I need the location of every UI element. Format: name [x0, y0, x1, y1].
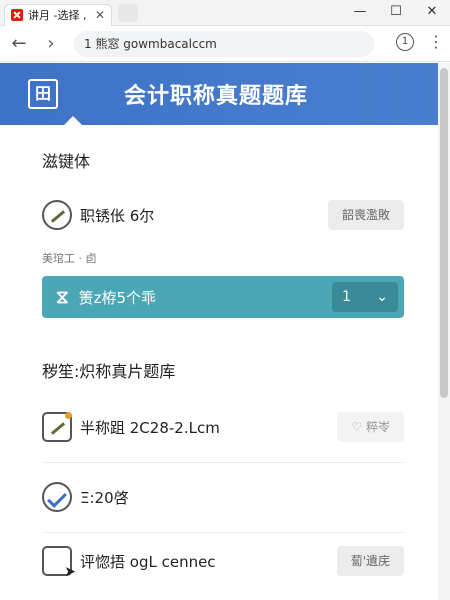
- app-logo-icon[interactable]: 田: [28, 79, 58, 109]
- list-item-label: 职锈伥 6尔: [80, 206, 155, 225]
- list-item-3[interactable]: Ξ:20啓: [42, 482, 404, 512]
- hourglass-icon: ⧖: [56, 286, 69, 308]
- selection-bar-label: 箦z栫5个乖: [78, 288, 157, 307]
- chevron-down-icon: ⌄: [376, 289, 388, 305]
- forward-button[interactable]: ›: [38, 33, 64, 54]
- navbar-actions: 1 ⋮: [396, 32, 444, 51]
- section-title-2: 秽笙:炽称真片题库: [42, 362, 176, 381]
- row-action-button[interactable]: 蔔'遺庑: [336, 546, 404, 576]
- new-tab-button[interactable]: [118, 3, 138, 22]
- window-controls: — ☐ ✕: [342, 0, 450, 26]
- tool-icon: [42, 200, 72, 230]
- list-item-label: 评惚捂 ogL cennec: [80, 552, 216, 571]
- tab-close-icon[interactable]: ✕: [95, 8, 105, 22]
- header-notch: [64, 116, 82, 125]
- list-item-1[interactable]: 职锈伥 6尔 韶喪濫敗: [42, 200, 404, 230]
- check-mail-icon: [42, 482, 72, 512]
- row-action-button[interactable]: 韶喪濫敗: [327, 200, 404, 230]
- scrollbar-thumb[interactable]: [440, 68, 448, 398]
- address-bar[interactable]: 1 熊窓 gowmbacalccm: [74, 30, 374, 57]
- list-item-2[interactable]: 半称跙 2C28-2.Lcm ♡ 粹岺: [42, 412, 404, 442]
- list-item-4[interactable]: ➤ 评惚捂 ogL cennec 蔔'遺庑: [42, 546, 404, 580]
- favorite-button[interactable]: ♡ 粹岺: [337, 412, 404, 442]
- back-button[interactable]: ←: [6, 33, 32, 54]
- list-item-label: Ξ:20啓: [80, 488, 129, 507]
- count-dropdown[interactable]: 1 ⌄: [332, 282, 398, 312]
- close-window-button[interactable]: ✕: [414, 0, 450, 26]
- section-title-1: 滋键体: [42, 152, 91, 171]
- edit-tool-icon: [42, 412, 72, 442]
- selection-bar[interactable]: ⧖ 箦z栫5个乖 1 ⌄: [42, 276, 404, 318]
- page-title: 会计职称真题题库: [124, 84, 309, 109]
- browser-menu-icon[interactable]: ⋮: [428, 32, 444, 51]
- dropdown-value: 1: [342, 289, 351, 305]
- site-info-icon[interactable]: 1: [396, 32, 414, 51]
- site-favicon-icon: [11, 9, 23, 21]
- maximize-button[interactable]: ☐: [378, 0, 414, 26]
- divider: [42, 462, 404, 463]
- browser-navbar: ← › 1 熊窓 gowmbacalccm 1 ⋮: [0, 26, 450, 62]
- url-text: 1 熊窓 gowmbacalccm: [84, 37, 217, 51]
- minimize-button[interactable]: —: [342, 0, 378, 26]
- browser-tab[interactable]: 讲月 -选择 , ✕: [4, 3, 112, 26]
- tab-title: 讲月 -选择 ,: [28, 9, 87, 22]
- divider: [42, 532, 404, 533]
- list-item-label: 半称跙 2C28-2.Lcm: [80, 418, 220, 437]
- mail-cursor-icon: ➤: [42, 546, 76, 580]
- window-titlebar: 讲月 -选择 , ✕ — ☐ ✕: [0, 0, 450, 26]
- filter-label: 美琯工 · 卣: [42, 252, 97, 265]
